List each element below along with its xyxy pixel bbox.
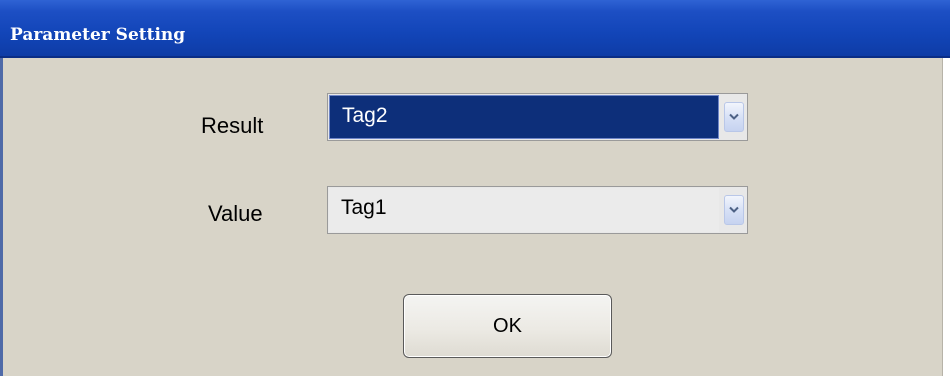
result-dropdown-button[interactable] (724, 102, 744, 132)
value-label: Value (208, 201, 263, 226)
parameter-setting-dialog: Parameter Setting Result Tag2 Value Tag1… (0, 0, 950, 376)
result-selected-value: Tag2 (342, 104, 388, 127)
chevron-down-icon (729, 206, 739, 213)
title-bar[interactable]: Parameter Setting (0, 0, 950, 58)
value-dropdown[interactable]: Tag1 (327, 186, 748, 234)
window-title: Parameter Setting (10, 25, 186, 45)
value-dropdown-field[interactable]: Tag1 (329, 188, 719, 232)
ok-button[interactable]: OK (403, 294, 612, 358)
value-dropdown-button[interactable] (724, 195, 744, 225)
value-selected-value: Tag1 (341, 196, 387, 219)
ok-button-label: OK (493, 315, 522, 337)
window-border-right (942, 58, 950, 376)
result-dropdown-field[interactable]: Tag2 (329, 95, 719, 139)
window-border-left (0, 58, 3, 376)
result-dropdown[interactable]: Tag2 (327, 93, 748, 141)
result-label: Result (201, 113, 264, 138)
chevron-down-icon (729, 113, 739, 120)
